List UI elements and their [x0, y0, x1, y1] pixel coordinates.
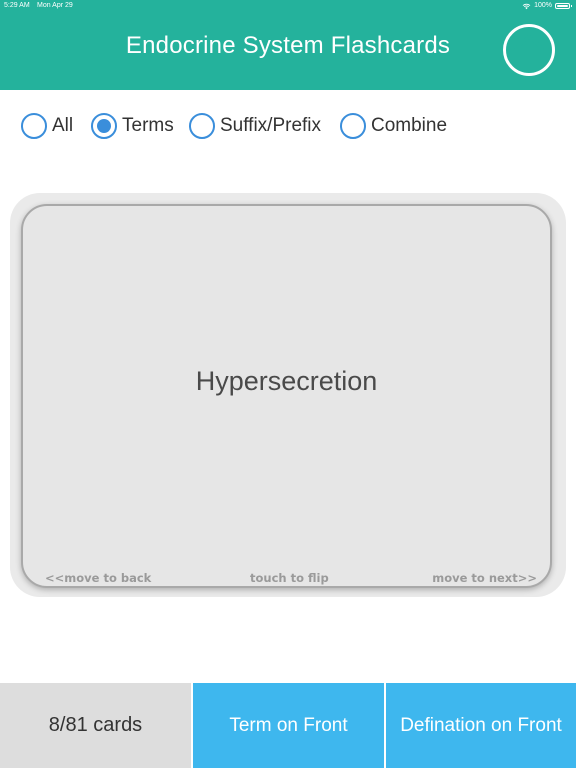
- radio-combine[interactable]: [340, 113, 366, 139]
- definition-on-front-button[interactable]: Defination on Front: [386, 683, 576, 768]
- page-title: Endocrine System Flashcards: [125, 32, 451, 59]
- radio-label-all: All: [52, 115, 74, 136]
- filter-options: All Terms Suffix/Prefix Combine: [0, 108, 576, 144]
- filter-all-option[interactable]: All: [21, 108, 73, 144]
- radio-label-combine: Combine: [371, 115, 448, 136]
- radio-all[interactable]: [21, 113, 47, 139]
- home-icon: [514, 34, 544, 64]
- filter-suffix-prefix-option[interactable]: Suffix/Prefix: [189, 108, 321, 144]
- radio-label-suffix-prefix: Suffix/Prefix: [220, 115, 322, 136]
- card-counter: 8/81 cards: [0, 683, 191, 768]
- flip-hint: touch to flip: [250, 571, 329, 585]
- term-on-front-button[interactable]: Term on Front: [193, 683, 384, 768]
- move-next-hint[interactable]: move to next>>: [432, 571, 537, 585]
- filter-terms-option[interactable]: Terms: [91, 108, 174, 144]
- filter-combine-option[interactable]: Combine: [340, 108, 447, 144]
- move-back-hint[interactable]: <<move to back: [45, 571, 151, 585]
- radio-suffix-prefix[interactable]: [189, 113, 215, 139]
- flashcard[interactable]: Hypersecretion <<move to back touch to f…: [21, 204, 552, 588]
- card-term: Hypersecretion: [195, 366, 378, 396]
- radio-terms[interactable]: [91, 113, 117, 139]
- footer-bar: 8/81 cards Term on Front Defination on F…: [0, 683, 576, 768]
- radio-label-terms: Terms: [122, 115, 174, 136]
- home-button[interactable]: [503, 24, 555, 76]
